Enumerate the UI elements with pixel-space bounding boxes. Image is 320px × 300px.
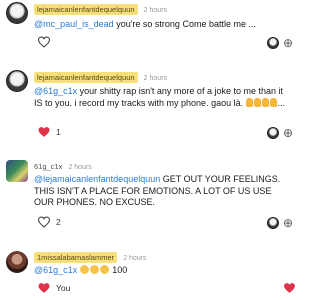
- comment-body: you're so strong Come battle me ...: [113, 19, 256, 29]
- timestamp: 2 hours: [123, 255, 147, 262]
- creator-avatar-icon: [267, 37, 279, 49]
- timestamp: 2 hours: [143, 75, 168, 82]
- user-avatar[interactable]: [6, 70, 28, 92]
- user-avatar[interactable]: [6, 160, 28, 182]
- username[interactable]: lejamaicanlenfantdequelquun: [34, 4, 138, 15]
- heart-filled-icon[interactable]: [283, 282, 296, 294]
- laughing-emoji-icon: [99, 265, 109, 274]
- heart-outline-icon[interactable]: [37, 216, 51, 228]
- comment-text: @lejamaicanlenfantdequelquun GET OUT YOU…: [34, 174, 292, 209]
- comment-text: @61g_c1x 100: [34, 265, 292, 277]
- laughing-emoji-icon: [79, 265, 89, 274]
- username[interactable]: lejamaicanlenfantdequelquun: [34, 72, 138, 83]
- heart-filled-icon[interactable]: [37, 282, 51, 294]
- like-label: You: [56, 283, 71, 293]
- timestamp: 2 hours: [143, 7, 168, 14]
- hand-emoji-icon: [253, 97, 261, 107]
- more-options-icon[interactable]: ⊕: [282, 37, 294, 49]
- heart-filled-icon[interactable]: [37, 126, 51, 138]
- mention-link[interactable]: @mc_paul_is_dead: [34, 19, 114, 29]
- mention-link[interactable]: @61g_c1x: [34, 86, 77, 96]
- more-options-icon[interactable]: ⊕: [282, 127, 294, 139]
- timestamp: 2 hours: [68, 164, 92, 171]
- comment-text: @61g_c1x your shitty rap isn't any more …: [34, 86, 292, 109]
- heart-outline-icon[interactable]: [37, 36, 51, 48]
- username[interactable]: 1missalabamaslammer: [34, 252, 118, 263]
- mention-link[interactable]: @61g_c1x: [34, 265, 77, 275]
- username[interactable]: 61g_c1x: [34, 162, 62, 171]
- comment-header: lejamaicanlenfantdequelquun 2 hours: [34, 4, 168, 15]
- user-avatar[interactable]: [6, 251, 28, 273]
- creator-avatar-icon: [267, 217, 279, 229]
- user-avatar[interactable]: [6, 2, 28, 24]
- laughing-emoji-icon: [89, 265, 99, 274]
- comment-header: lejamaicanlenfantdequelquun 2 hours: [34, 72, 168, 83]
- more-options-icon[interactable]: ⊕: [282, 217, 294, 229]
- like-count: 2: [56, 217, 61, 227]
- comment-header: 1missalabamaslammer 2 hours: [34, 252, 147, 263]
- comment-header: 61g_c1x 2 hours: [34, 162, 92, 171]
- like-count: 1: [56, 127, 61, 137]
- creator-avatar-icon: [267, 127, 279, 139]
- hand-emoji-icon: [269, 97, 277, 107]
- mention-link[interactable]: @lejamaicanlenfantdequelquun: [34, 174, 160, 184]
- comment-text: @mc_paul_is_dead you're so strong Come b…: [34, 19, 292, 31]
- hand-emoji-icon: [261, 97, 269, 107]
- hand-emoji-icon: [245, 97, 253, 107]
- comment-body: 100: [112, 265, 128, 275]
- ellipsis: ...: [277, 97, 286, 108]
